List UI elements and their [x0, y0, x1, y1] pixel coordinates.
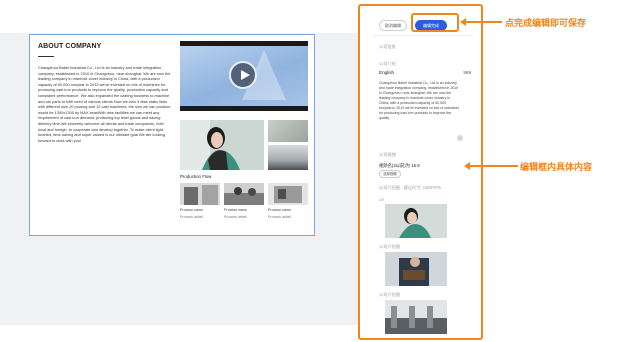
company-image-2 — [268, 120, 308, 142]
flow-name-2: Process name — [224, 208, 247, 212]
save-note: 点完成编辑即可保存 — [505, 18, 587, 28]
cancel-edit-button[interactable]: 取消编辑 — [379, 20, 407, 31]
textarea-resize-handle[interactable] — [457, 135, 463, 141]
play-icon[interactable] — [229, 61, 257, 89]
title-underline — [38, 56, 54, 57]
flow-image-3 — [268, 183, 308, 205]
company-intro-label: 公司介绍 — [379, 61, 396, 66]
flow-name-1: Process name — [180, 208, 203, 212]
video-thumbnail — [180, 46, 308, 106]
save-arrow-head — [460, 18, 466, 26]
video-name-value: 视频名(3以前)为 16.9 — [379, 163, 420, 168]
flow-image-1 — [180, 183, 220, 205]
content-arrow-line — [470, 165, 518, 167]
char-count: 999 — [463, 70, 471, 75]
save-arrow-line — [466, 21, 502, 23]
flow-name-3: Process name — [268, 208, 291, 212]
company-intro-textarea[interactable]: Changzhou Babel Industrial Co., Ltd is a… — [379, 81, 461, 139]
edit-image-2[interactable] — [385, 252, 447, 286]
about-company-module[interactable]: ABOUT COMPANY Changzhou Babel Industrial… — [29, 34, 315, 236]
edit-image-3[interactable] — [385, 300, 447, 334]
company-image-label-2: 公司介绍图 — [379, 244, 400, 249]
editor-screenshot: ABOUT COMPANY Changzhou Babel Industrial… — [0, 0, 640, 342]
language-row[interactable]: English 999 — [379, 70, 471, 75]
company-image-main — [180, 120, 264, 170]
language-value: English — [379, 70, 395, 75]
company-image-3 — [268, 145, 308, 170]
edit-image-1[interactable] — [385, 204, 447, 238]
company-video[interactable] — [180, 41, 308, 111]
company-info-label: 公司信息 — [379, 44, 396, 49]
flow-detail-1: Process detail — [180, 215, 203, 219]
edit-panel-content: 取消编辑 编辑完成 公司信息 公司介绍 English 999 Changzho… — [373, 6, 473, 338]
flow-detail-3: Process detail — [268, 215, 291, 219]
flow-detail-2: Process detail — [224, 215, 247, 219]
flow-image-2 — [224, 183, 264, 205]
image-count: 2/9 — [379, 198, 384, 202]
production-flow-title: Production Flow — [180, 174, 212, 179]
module-title: ABOUT COMPANY — [38, 43, 102, 50]
choose-video-button[interactable]: 选择视频 — [379, 170, 401, 178]
company-description: Changzhou Babel Industrial Co., Ltd is a… — [38, 65, 171, 143]
finish-button-highlight — [411, 13, 459, 32]
edit-panel: 取消编辑 编辑完成 公司信息 公司介绍 English 999 Changzho… — [358, 4, 483, 340]
company-video-label: 公司视频 — [379, 152, 396, 157]
company-image-label-3: 公司介绍图 — [379, 292, 400, 297]
content-note: 编辑框内具体内容 — [520, 162, 593, 172]
content-arrow-head — [464, 162, 470, 170]
company-images-label: 公司介绍图 · 建议尺寸: 1260*675 — [379, 185, 441, 190]
